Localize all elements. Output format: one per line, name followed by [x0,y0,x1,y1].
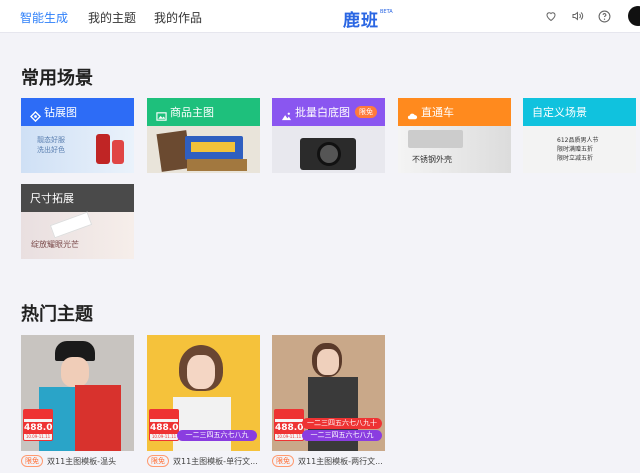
nav-smart-generate[interactable]: 智能生成 [20,9,68,26]
scene-card-main-image[interactable]: 商品主图 [147,98,260,173]
product-box [187,159,247,171]
scene-preview-image: 靓态好服 洗出好色 [21,126,134,173]
scene-preview-image [147,126,260,173]
theme-caption: 限免 双11主图模板-两行文... [272,455,383,467]
price-tag: 488.0 10.09-11.11 [274,409,304,441]
heart-icon[interactable] [544,9,558,23]
product-appliance [408,130,463,148]
top-header: 智能生成 我的主题 我的作品 鹿班 BETA [0,0,640,33]
scene-caption: 612品质男人节 [557,137,599,144]
nav-my-works[interactable]: 我的作品 [154,9,202,26]
scene-card-custom[interactable]: 自定义场景 612品质男人节 限时满赠五折 限时立减五折 [523,98,636,173]
free-tag: 限免 [21,455,43,467]
scene-caption: 靓态好服 [37,136,65,144]
user-avatar[interactable] [628,6,640,26]
scene-caption: 限时立减五折 [557,155,594,162]
text-ribbon: 一二三四五六七八九 [177,430,257,441]
free-tag: 限免 [272,455,294,467]
scene-header: 直通车 [398,98,511,126]
scene-preview-image: 612品质男人节 限时满赠五折 限时立减五折 [523,126,636,173]
scene-preview-image: 绽放耀眼光芒 [21,211,134,259]
text-ribbon: 一二三四五六七八九 [302,430,382,441]
scene-header: 商品主图 [147,98,260,126]
scenes-section-title: 常用场景 [21,68,93,89]
product-bottle [112,140,124,164]
theme-card[interactable]: 488.0 10.09-11.11 一二三四五六七八九 [147,335,260,451]
help-icon[interactable] [597,9,611,23]
scene-header: 尺寸拓展 [21,184,134,212]
text-ribbon: 一二三四五六七八九十 [302,418,382,429]
scene-caption: 限时满赠五折 [557,146,594,153]
themes-section-title: 热门主题 [21,304,93,325]
scene-card-express[interactable]: 直通车 不锈钢外壳 [398,98,511,173]
scene-preview-image [272,126,385,173]
model-face [187,355,215,389]
beta-label: BETA [380,9,393,15]
camera-lens [317,142,341,166]
scene-title: 商品主图 [170,106,214,119]
app-logo[interactable]: 鹿班 [343,6,379,31]
scene-title: 尺寸拓展 [30,192,74,205]
price-date: 10.09-11.11 [25,434,51,439]
cloud-icon [407,107,418,119]
scene-title: 批量白底图 [295,106,350,119]
theme-title[interactable]: 双11主图模板-两行文... [298,456,383,467]
scene-header: 自定义场景 [523,98,636,126]
scene-caption: 不锈钢外壳 [412,155,452,164]
speaker-icon[interactable] [570,9,584,23]
free-tag: 限免 [147,455,169,467]
model-shirt [173,397,231,451]
price-date: 10.09-11.11 [151,434,177,439]
product-item [49,211,93,239]
scene-preview-image: 不锈钢外壳 [398,126,511,173]
model-jacket [75,385,121,451]
scene-header: 批量白底图 限免 [272,98,385,126]
theme-title[interactable]: 双11主图模板-单行文... [173,456,258,467]
scene-caption: 洗出好色 [37,146,65,154]
diamond-icon [29,107,42,122]
theme-card[interactable]: 488.0 10.09-11.11 一二三四五六七八九十 一二三四五六七八九 [272,335,385,451]
scene-card-white-background[interactable]: 批量白底图 限免 [272,98,385,173]
free-badge: 限免 [355,106,377,118]
price-date: 10.09-11.11 [276,434,302,439]
scene-title: 直通车 [421,106,454,119]
mountain-icon [281,107,292,120]
product-bottle [96,134,110,164]
model-face [61,357,89,387]
theme-caption: 限免 双11主图模板-温头 [21,455,116,467]
theme-caption: 限免 双11主图模板-单行文... [147,455,258,467]
scene-caption: 绽放耀眼光芒 [31,240,79,249]
price-value: 488.0 [150,422,179,434]
theme-card[interactable]: 488.0 10.09-11.11 [21,335,134,451]
price-value: 488.0 [275,422,304,434]
scene-card-size-expand[interactable]: 尺寸拓展 绽放耀眼光芒 [21,184,134,259]
price-tag: 488.0 10.09-11.11 [149,409,179,441]
theme-title[interactable]: 双11主图模板-温头 [47,456,116,467]
image-icon [156,107,167,121]
price-value: 488.0 [24,422,53,434]
scene-card-diamond[interactable]: 钻展图 靓态好服 洗出好色 [21,98,134,173]
scene-header: 钻展图 [21,98,134,126]
nav-my-themes[interactable]: 我的主题 [88,9,136,26]
price-tag: 488.0 10.09-11.11 [23,409,53,441]
model-face [317,349,339,375]
scene-title: 钻展图 [44,106,77,119]
scene-title: 自定义场景 [532,106,587,119]
product-label [191,142,235,152]
